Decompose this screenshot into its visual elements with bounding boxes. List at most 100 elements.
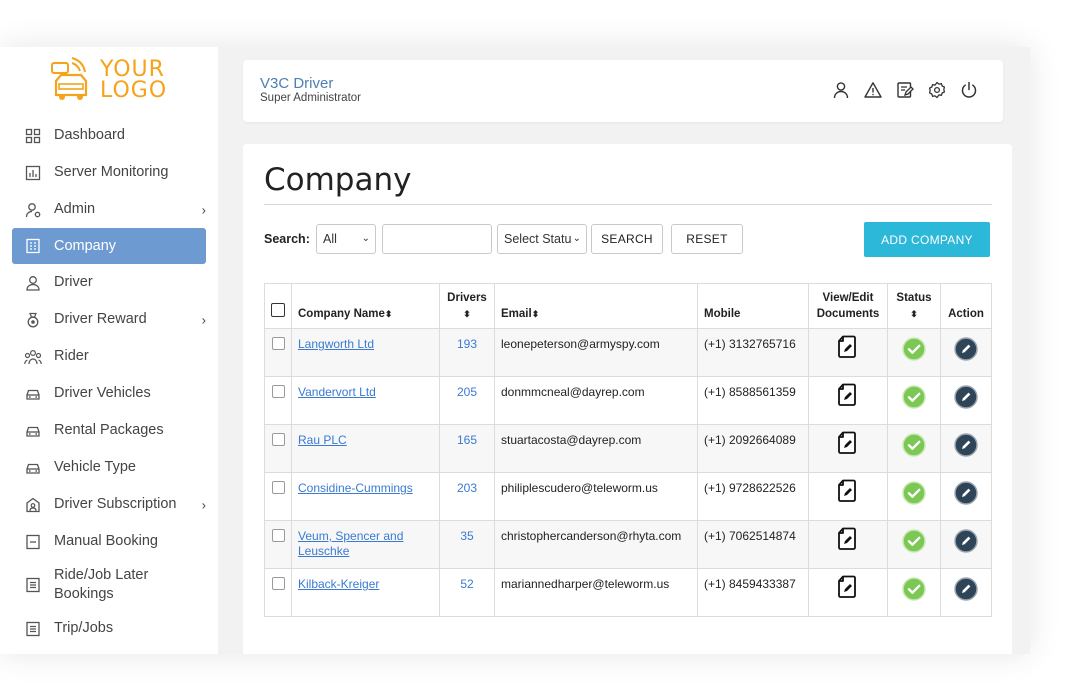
- edit-document-icon[interactable]: [837, 479, 859, 507]
- status-active-icon[interactable]: [902, 577, 926, 605]
- status-active-icon[interactable]: [902, 529, 926, 557]
- status-active-icon[interactable]: [902, 433, 926, 461]
- sidebar-item-driver-vehicles[interactable]: Driver Vehicles: [0, 375, 218, 412]
- sidebar-item-trip-jobs[interactable]: Trip/Jobs: [0, 610, 218, 647]
- company-name-cell: Vandervort Ltd: [291, 376, 440, 425]
- search-button[interactable]: SEARCH: [591, 224, 663, 254]
- sidebar-item-label: Server Monitoring: [54, 164, 169, 180]
- header-toolbar: [831, 80, 979, 100]
- sidebar-nav: Dashboard Server Monitoring Admin › Comp…: [0, 117, 218, 647]
- sidebar-item-company[interactable]: Company: [12, 228, 206, 264]
- row-select-cell: [264, 520, 292, 569]
- row-select-cell: [264, 376, 292, 425]
- drivers-count-link[interactable]: 205: [439, 376, 495, 425]
- column-label: Drivers: [447, 292, 487, 304]
- company-link[interactable]: Vandervort Ltd: [298, 385, 376, 399]
- documents-cell: [808, 376, 888, 425]
- table-header-row: Company Name⬍ Drivers ⬍ Email⬍ Mobile Vie…: [264, 283, 992, 329]
- power-icon[interactable]: [959, 80, 979, 100]
- status-header[interactable]: Status ⬍: [887, 283, 941, 329]
- row-checkbox[interactable]: [271, 529, 285, 542]
- status-cell: [887, 520, 941, 569]
- drivers-count-link[interactable]: 193: [439, 328, 495, 377]
- sidebar-item-vehicle-type[interactable]: Vehicle Type: [0, 449, 218, 486]
- logo-line-1: YOUR: [100, 57, 165, 82]
- warning-icon[interactable]: [863, 80, 883, 100]
- edit-action-icon[interactable]: [954, 577, 978, 605]
- table-row: Rau PLC 165 stuartacosta@dayrep.com (+1) 20…: [264, 424, 992, 473]
- edit-action-icon[interactable]: [954, 385, 978, 413]
- email-cell: donmmcneal@dayrep.com: [494, 376, 698, 425]
- chevron-right-icon: ›: [201, 312, 206, 327]
- search-input[interactable]: [382, 224, 492, 254]
- reset-button[interactable]: RESET: [671, 224, 743, 254]
- sidebar-item-ride-later-bookings[interactable]: Ride/Job Later Bookings: [0, 560, 218, 610]
- gear-icon[interactable]: [927, 80, 947, 100]
- edit-action-icon[interactable]: [954, 337, 978, 365]
- row-checkbox[interactable]: [271, 481, 285, 494]
- company-link[interactable]: Langworth Ltd: [298, 337, 374, 351]
- sidebar-item-manual-booking[interactable]: Manual Booking: [0, 523, 218, 560]
- row-checkbox[interactable]: [271, 433, 285, 446]
- edit-document-icon[interactable]: [837, 431, 859, 459]
- status-active-icon[interactable]: [902, 337, 926, 365]
- sidebar-item-server-monitoring[interactable]: Server Monitoring: [0, 154, 218, 191]
- column-label: Mobile: [704, 308, 741, 320]
- list-icon: [24, 620, 42, 638]
- app-title: V3C Driver: [260, 75, 334, 92]
- select-all-checkbox[interactable]: [271, 303, 285, 317]
- column-label: Action: [948, 308, 984, 320]
- company-link[interactable]: Veum, Spencer and Leuschke: [298, 529, 403, 558]
- company-name-header[interactable]: Company Name⬍: [291, 283, 440, 329]
- sidebar-item-label: Manual Booking: [54, 533, 158, 549]
- app-window: YOUR LOGO Dashboard Server Monitoring Ad…: [0, 47, 1030, 654]
- mobile-cell: (+1) 9728622526: [697, 472, 809, 521]
- email-cell: mariannedharper@teleworm.us: [494, 568, 698, 617]
- edit-document-icon[interactable]: [837, 335, 859, 363]
- status-active-icon[interactable]: [902, 481, 926, 509]
- sidebar-item-driver-subscription[interactable]: Driver Subscription ›: [0, 486, 218, 523]
- table-row: Kilback-Kreiger 52 mariannedharper@telewor…: [264, 568, 992, 617]
- chevron-right-icon: ›: [201, 497, 206, 512]
- edit-action-icon[interactable]: [954, 433, 978, 461]
- table-row: Langworth Ltd 193 leonepeterson@armyspy.co…: [264, 328, 992, 377]
- edit-note-icon[interactable]: [895, 80, 915, 100]
- edit-document-icon[interactable]: [837, 383, 859, 411]
- documents-cell: [808, 472, 888, 521]
- drivers-header[interactable]: Drivers ⬍: [439, 283, 495, 329]
- row-checkbox[interactable]: [271, 385, 285, 398]
- edit-document-icon[interactable]: [837, 527, 859, 555]
- sidebar-item-dashboard[interactable]: Dashboard: [0, 117, 218, 154]
- row-checkbox[interactable]: [271, 337, 285, 350]
- row-select-cell: [264, 568, 292, 617]
- edit-action-icon[interactable]: [954, 481, 978, 509]
- email-header[interactable]: Email⬍: [494, 283, 698, 329]
- edit-action-icon[interactable]: [954, 529, 978, 557]
- sidebar-item-driver[interactable]: Driver: [0, 264, 218, 301]
- status-select[interactable]: Select Status ⌄: [497, 224, 587, 254]
- company-link[interactable]: Kilback-Kreiger: [298, 577, 379, 591]
- edit-document-icon[interactable]: [837, 575, 859, 603]
- drivers-count-link[interactable]: 165: [439, 424, 495, 473]
- logo[interactable]: YOUR LOGO: [48, 57, 178, 103]
- company-link[interactable]: Rau PLC: [298, 433, 347, 447]
- user-gear-icon: [24, 201, 42, 219]
- status-active-icon[interactable]: [902, 385, 926, 413]
- profile-icon[interactable]: [831, 80, 851, 100]
- add-company-button[interactable]: ADD COMPANY: [864, 222, 990, 257]
- table-row: Considine-Cummings 203 philiplescudero@tel…: [264, 472, 992, 521]
- row-checkbox[interactable]: [271, 577, 285, 590]
- sort-icon: ⬍: [384, 309, 393, 319]
- search-field-select[interactable]: All ⌄: [316, 224, 376, 254]
- sidebar-item-rental-packages[interactable]: Rental Packages: [0, 412, 218, 449]
- sidebar-item-admin[interactable]: Admin ›: [0, 191, 218, 228]
- drivers-count-link[interactable]: 52: [439, 568, 495, 617]
- sidebar-item-rider[interactable]: Rider: [0, 338, 218, 375]
- company-link[interactable]: Considine-Cummings: [298, 481, 413, 495]
- sidebar-item-driver-reward[interactable]: Driver Reward ›: [0, 301, 218, 338]
- mobile-cell: (+1) 2092664089: [697, 424, 809, 473]
- search-toolbar: Search: All ⌄ Select Status ⌄ SEARCH RES…: [264, 222, 992, 257]
- drivers-count-link[interactable]: 203: [439, 472, 495, 521]
- drivers-count-link[interactable]: 35: [439, 520, 495, 569]
- search-label: Search:: [264, 232, 310, 246]
